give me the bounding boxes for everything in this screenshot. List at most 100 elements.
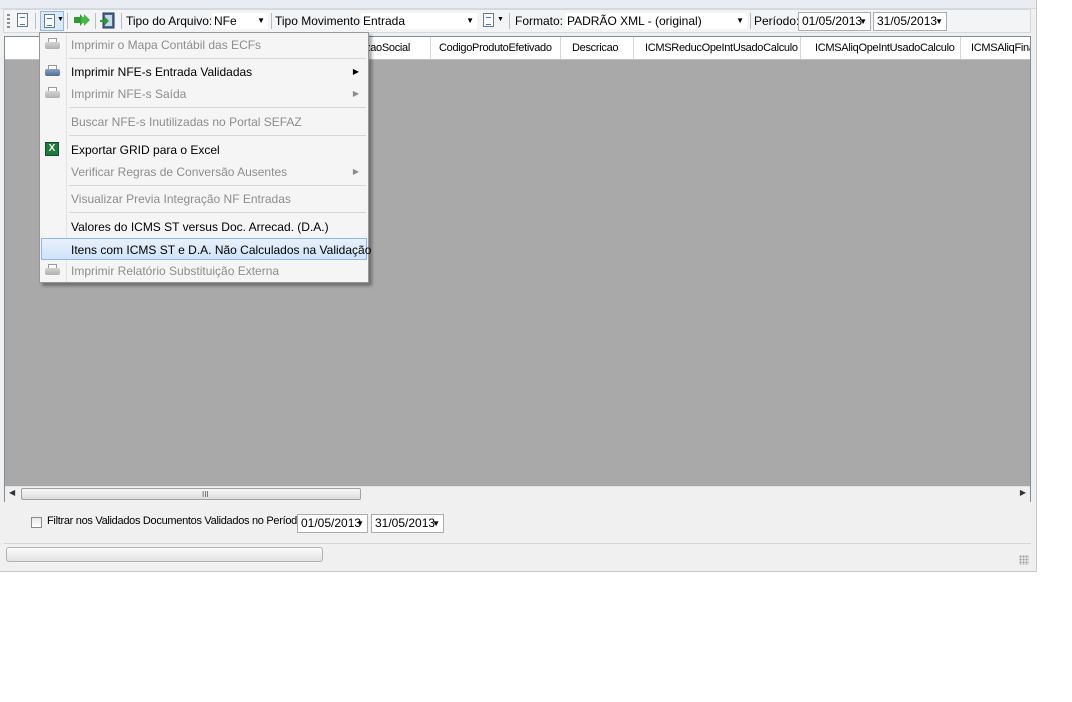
toolbar-separator	[95, 13, 96, 29]
filtro-data-inicio-picker[interactable]: 01/05/2013 ▼	[297, 514, 368, 533]
menu-item-valores-icms-st[interactable]: Valores do ICMS ST versus Doc. Arrecad. …	[41, 216, 367, 238]
column-divider	[633, 37, 634, 59]
exit-button[interactable]	[99, 12, 117, 29]
title-strip	[0, 0, 1036, 9]
filtro-data-fim-picker[interactable]: 31/05/2013 ▼	[371, 514, 444, 533]
filtrar-validados-checkbox[interactable]	[31, 517, 42, 528]
forward-button[interactable]	[72, 12, 92, 29]
printer-icon	[45, 38, 60, 51]
tipo-movimento-select[interactable]: Entrada ▼	[360, 12, 478, 30]
menu-item-label: Itens com ICMS ST e D.A. Não Calculados …	[71, 243, 372, 257]
tipo-movimento-label: Tipo Movimento	[275, 14, 360, 28]
menu-separator	[69, 58, 366, 59]
document-icon	[17, 13, 28, 27]
submenu-arrow-icon: ▶	[352, 167, 359, 176]
submenu-arrow-icon: ▶	[352, 89, 359, 98]
column-header-codigo-produto[interactable]: CodigoProdutoEfetivado	[439, 37, 552, 59]
resize-grip-icon[interactable]	[1019, 555, 1029, 565]
menu-item-label: Valores do ICMS ST versus Doc. Arrecad. …	[71, 220, 329, 234]
menu-item-label: Imprimir o Mapa Contábil das ECFs	[71, 38, 262, 52]
menu-item-label: Imprimir Relatório Substituição Externa	[71, 264, 280, 278]
column-header-icms-reduc[interactable]: ICMSReducOpeIntUsadoCalculo	[645, 37, 798, 59]
filter-panel: Filtrar nos Validados Documentos Validad…	[4, 506, 1031, 542]
menu-item-verificar-regras[interactable]: Verificar Regras de Conversão Ausentes ▶	[41, 161, 367, 183]
toolbar: ▼ Tipo do Arquivo: NFe ▼ Tipo Movimento …	[3, 9, 1031, 33]
filtro-data-inicio-value: 01/05/2013	[301, 516, 362, 530]
column-header-descricao[interactable]: Descricao	[572, 37, 619, 59]
menu-separator	[69, 212, 366, 213]
column-header-icms-aliq-ope[interactable]: ICMSAliqOpeIntUsadoCalculo	[815, 37, 955, 59]
scrollbar-grip: III	[202, 490, 209, 499]
menu-item-label: Buscar NFE-s Inutilizadas no Portal SEFA…	[71, 115, 302, 129]
column-header-razao-social[interactable]: zaoSocial	[365, 37, 410, 59]
column-divider	[560, 37, 561, 59]
new-document-button[interactable]	[15, 12, 31, 29]
periodo-fim-value: 31/05/2013	[877, 14, 938, 28]
chevron-down-icon: ▼	[497, 16, 504, 23]
printer-icon	[45, 87, 60, 100]
chevron-down-icon: ▼	[736, 16, 744, 25]
menu-item-label: Verificar Regras de Conversão Ausentes	[71, 165, 288, 179]
formato-value: PADRÃO XML - (original)	[567, 14, 702, 28]
toolbar-grip[interactable]	[7, 14, 10, 28]
status-bar	[4, 543, 1031, 568]
document-icon	[483, 13, 494, 27]
chevron-down-icon: ▼	[432, 519, 440, 528]
menu-item-imprimir-mapa-ecf[interactable]: Imprimir o Mapa Contábil das ECFs	[41, 34, 367, 56]
column-divider	[800, 37, 801, 59]
chevron-down-icon: ▼	[356, 519, 364, 528]
menu-item-itens-icms-st-nao-calculados[interactable]: Itens com ICMS ST e D.A. Não Calculados …	[41, 238, 371, 260]
menu-separator	[69, 107, 366, 108]
filtro-data-fim-value: 31/05/2013	[375, 516, 436, 530]
toolbar-separator	[121, 13, 122, 29]
horizontal-scrollbar[interactable]: ◀ III ▶	[5, 486, 1030, 502]
scrollbar-thumb[interactable]: III	[21, 488, 361, 500]
submenu-arrow-icon: ▶	[352, 67, 359, 76]
chevron-down-icon: ▼	[466, 16, 474, 25]
toolbar-separator	[750, 13, 751, 29]
column-divider	[960, 37, 961, 59]
movimento-options-button[interactable]: ▼	[481, 12, 505, 29]
menu-item-visualizar-previa[interactable]: Visualizar Previa Integração NF Entradas	[41, 188, 367, 210]
report-icon	[44, 14, 55, 28]
printer-icon	[45, 264, 60, 277]
menu-item-exportar-excel[interactable]: X Exportar GRID para o Excel	[41, 139, 367, 161]
menu-item-imprimir-nfe-entrada[interactable]: Imprimir NFE-s Entrada Validadas ▶	[41, 61, 367, 83]
column-header-icms-aliq-final[interactable]: ICMSAliqFinal	[971, 37, 1030, 59]
menu-item-imprimir-nfe-saida[interactable]: Imprimir NFE-s Saída ▶	[41, 83, 367, 105]
excel-icon: X	[45, 142, 59, 156]
tipo-arquivo-value: NFe	[214, 14, 237, 28]
periodo-inicio-picker[interactable]: 01/05/2013 ▼	[798, 12, 871, 31]
chevron-down-icon: ▼	[859, 17, 867, 26]
chevron-down-icon: ▼	[935, 17, 943, 26]
reports-dropdown-button[interactable]: ▼	[40, 11, 64, 31]
toolbar-separator	[271, 13, 272, 29]
printer-icon	[45, 65, 60, 78]
periodo-fim-picker[interactable]: 31/05/2013 ▼	[873, 12, 947, 31]
filtrar-validados-label: Filtrar nos Validados Documentos Validad…	[47, 515, 306, 527]
formato-select[interactable]: PADRÃO XML - (original) ▼	[564, 12, 748, 30]
scroll-right-icon[interactable]: ▶	[1020, 488, 1026, 497]
tipo-movimento-value: Entrada	[363, 14, 406, 28]
periodo-inicio-value: 01/05/2013	[802, 14, 863, 28]
formato-label: Formato:	[515, 14, 564, 28]
menu-item-label: Visualizar Previa Integração NF Entradas	[71, 192, 291, 206]
chevron-down-icon: ▼	[57, 16, 64, 23]
menu-separator	[69, 185, 366, 186]
menu-item-label: Imprimir NFE-s Saída	[71, 87, 187, 101]
double-arrow-right-icon	[74, 14, 90, 26]
menu-item-imprimir-relatorio-subst[interactable]: Imprimir Relatório Substituição Externa	[41, 260, 367, 282]
scroll-left-icon[interactable]: ◀	[9, 488, 15, 497]
menu-separator	[69, 135, 366, 136]
toolbar-separator	[35, 13, 36, 29]
column-divider	[430, 37, 431, 59]
chevron-down-icon: ▼	[257, 16, 265, 25]
tipo-arquivo-label: Tipo do Arquivo:	[126, 14, 213, 28]
toolbar-separator	[509, 13, 510, 29]
menu-item-label: Imprimir NFE-s Entrada Validadas	[71, 65, 253, 79]
menu-item-buscar-nfe-inutilizadas[interactable]: Buscar NFE-s Inutilizadas no Portal SEFA…	[41, 111, 367, 133]
menu-item-label: Exportar GRID para o Excel	[71, 143, 220, 157]
progress-bar	[6, 547, 323, 562]
tipo-arquivo-select[interactable]: NFe ▼	[211, 12, 269, 30]
periodo-label: Período:	[754, 14, 800, 28]
